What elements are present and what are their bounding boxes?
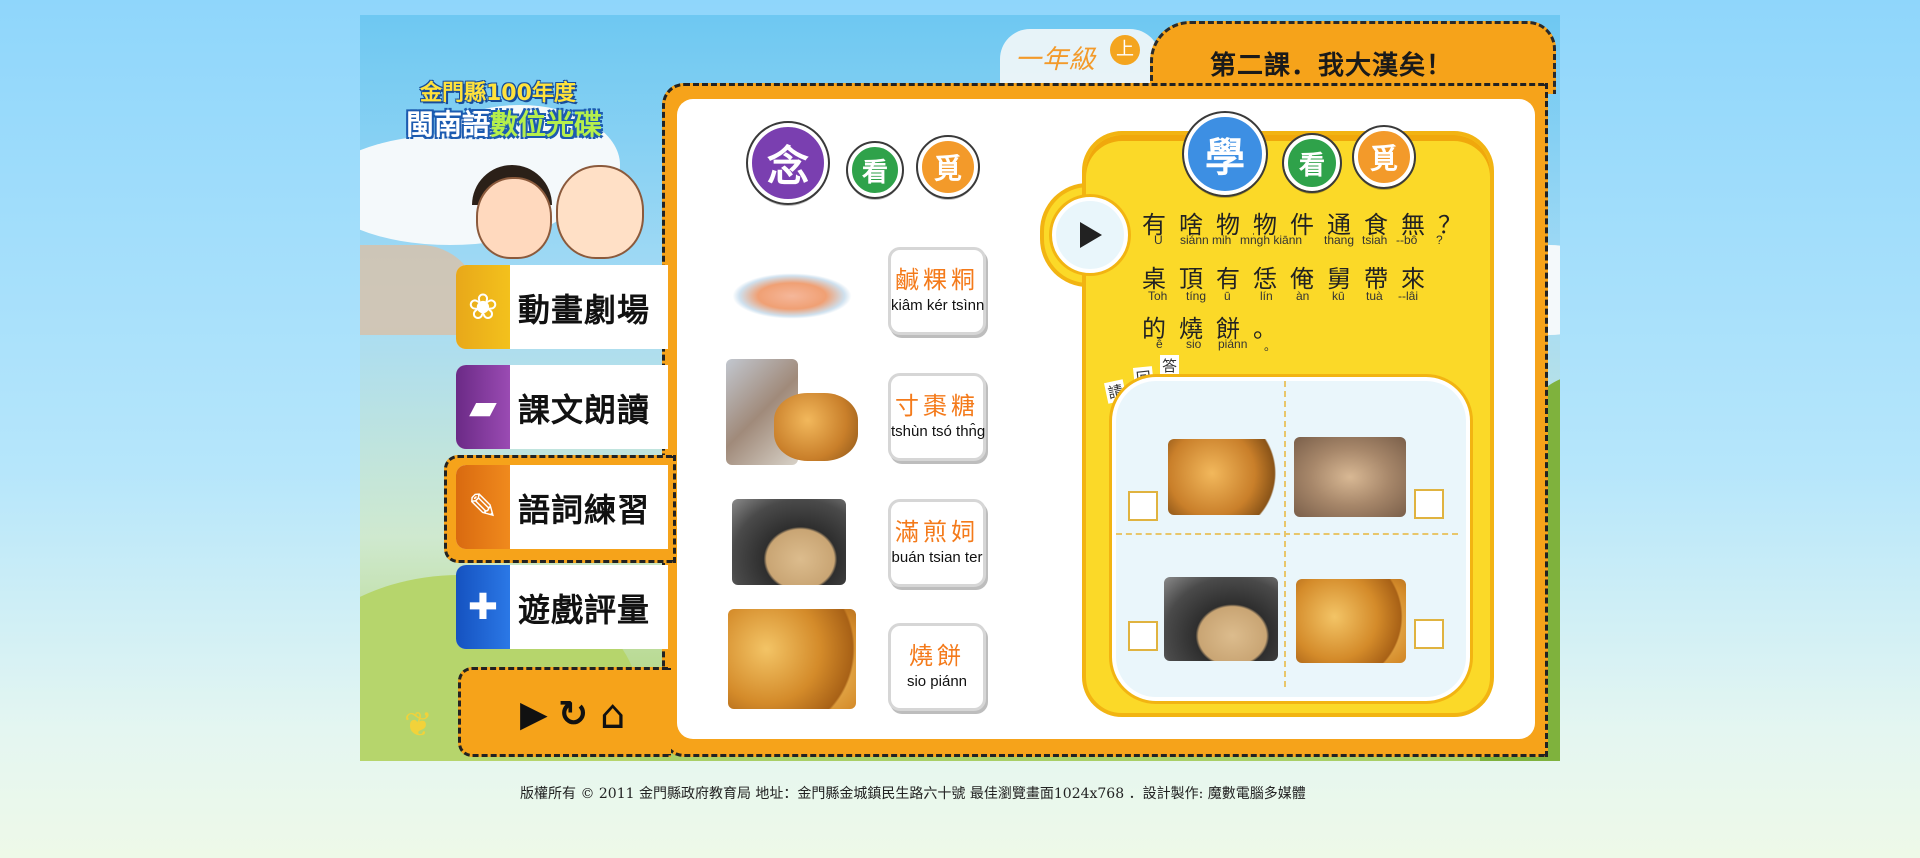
lesson-title: 第二課．我大漢矣！ — [1210, 51, 1454, 81]
nav-item-animation[interactable]: ❀ 動畫劇場 — [456, 265, 668, 349]
nav-item-game[interactable]: ✚ 遊戲評量 — [456, 565, 668, 649]
food-image-pancake — [732, 499, 846, 585]
nav-label: 動畫劇場 — [518, 291, 651, 329]
option-image-dried-fruit[interactable] — [1294, 437, 1406, 517]
title-bubble-try: 覓 — [1352, 125, 1416, 189]
question-rom: --bô — [1396, 233, 1418, 247]
question-rom: sio — [1186, 337, 1202, 351]
word-romanization: kiâm kér tsìnn — [891, 297, 985, 314]
semester-badge: 上 — [1110, 35, 1140, 65]
word-hanzi: 燒餅 — [909, 642, 965, 670]
question-rom: thang — [1324, 233, 1355, 247]
word-hanzi: 鹹粿粡 — [895, 266, 979, 294]
food-image-candy — [732, 273, 852, 319]
option-image-buns[interactable] — [1296, 579, 1406, 663]
word-card[interactable]: 鹹粿粡 kiâm kér tsìnn — [888, 247, 986, 335]
word-hanzi: 寸棗糖 — [895, 392, 979, 420]
footer-text: 版權所有 © 2011 金門縣政府教育局 地址：金門縣金城鎮民生路六十號 最佳瀏… — [520, 786, 1306, 802]
question-rom: lín — [1260, 289, 1273, 303]
word-hanzi: 滿煎㚸 — [895, 518, 979, 546]
answer-prompt-char: 答 — [1160, 355, 1180, 376]
replay-icon[interactable]: ↻ — [558, 695, 588, 735]
pencil-icon: ✎ — [456, 465, 510, 549]
word-romanization: buán tsian ter — [891, 549, 983, 566]
question-rom: ê — [1156, 337, 1163, 351]
word-romanization: tshùn tsó thn̂g — [891, 423, 986, 440]
question-rom: ū — [1224, 289, 1231, 303]
question-rom: 。 — [1264, 339, 1277, 353]
nav-label: 課文朗讀 — [518, 391, 651, 429]
option-image-fried-dough[interactable] — [1168, 439, 1278, 515]
question-rom: kū — [1332, 289, 1345, 303]
ginkgo-leaf-icon: ❦ — [404, 705, 433, 745]
grid-divider — [1116, 533, 1458, 535]
grade-label: 一年級 — [1015, 45, 1097, 75]
play-icon — [1080, 222, 1102, 248]
title-bubble-see: 看 — [846, 141, 904, 199]
question-rom: ? — [1436, 233, 1443, 247]
gamepad-icon: ✚ — [456, 565, 510, 649]
word-card[interactable]: 寸棗糖 tshùn tsó thn̂g — [888, 373, 986, 461]
logo-text-b: 數位光碟 — [490, 108, 603, 141]
question-rom: piánn — [1218, 337, 1248, 351]
audio-play-button[interactable] — [1052, 197, 1128, 273]
word-card[interactable]: 燒餅 sio piánn — [888, 623, 986, 711]
question-rom: mn̍gh kiānn — [1240, 233, 1303, 247]
nav-item-vocabulary[interactable]: ✎ 語詞練習 — [456, 465, 668, 549]
title-bubble-see: 看 — [1282, 133, 1342, 193]
logo-text-a: 閩南語 — [406, 108, 491, 141]
question-rom: Toh — [1148, 289, 1168, 303]
film-icon: ❀ — [456, 265, 510, 349]
food-image-buns — [728, 609, 856, 709]
nav-item-text-reading[interactable]: ▰ 課文朗讀 — [456, 365, 668, 449]
play-icon[interactable]: ▶ — [520, 695, 548, 735]
answer-checkbox[interactable] — [1128, 491, 1158, 521]
answer-checkbox[interactable] — [1414, 489, 1444, 519]
word-card[interactable]: 滿煎㚸 buán tsian ter — [888, 499, 986, 587]
option-image-pancake[interactable] — [1164, 577, 1278, 661]
nav-label: 遊戲評量 — [518, 591, 651, 629]
question-rom: àn — [1296, 289, 1310, 303]
question-rom: siánn mih — [1180, 233, 1232, 247]
word-romanization: sio piánn — [906, 673, 968, 690]
book-icon: ▰ — [456, 365, 510, 449]
question-rom: tsiah — [1362, 233, 1388, 247]
food-image-fried-dough-2 — [774, 393, 858, 461]
logo-line-2: 閩南語數位光碟 — [406, 103, 602, 143]
title-bubble-try: 覓 — [916, 135, 980, 199]
question-rom: Ū — [1154, 233, 1163, 247]
title-bubble-read: 念 — [746, 121, 830, 205]
question-rom: tuà — [1366, 289, 1383, 303]
answer-checkbox[interactable] — [1128, 621, 1158, 651]
home-icon[interactable]: ⌂ — [600, 695, 625, 735]
question-rom: --lâi — [1398, 289, 1418, 303]
nav-label: 語詞練習 — [518, 491, 651, 529]
title-bubble-learn: 學 — [1182, 111, 1268, 197]
app-stage: 金門縣100年度 閩南語數位光碟 一年級 上 第二課．我大漢矣！ ❀ 動畫劇場 … — [360, 15, 1560, 761]
question-rom: tíng — [1186, 289, 1207, 303]
answer-checkbox[interactable] — [1414, 619, 1444, 649]
